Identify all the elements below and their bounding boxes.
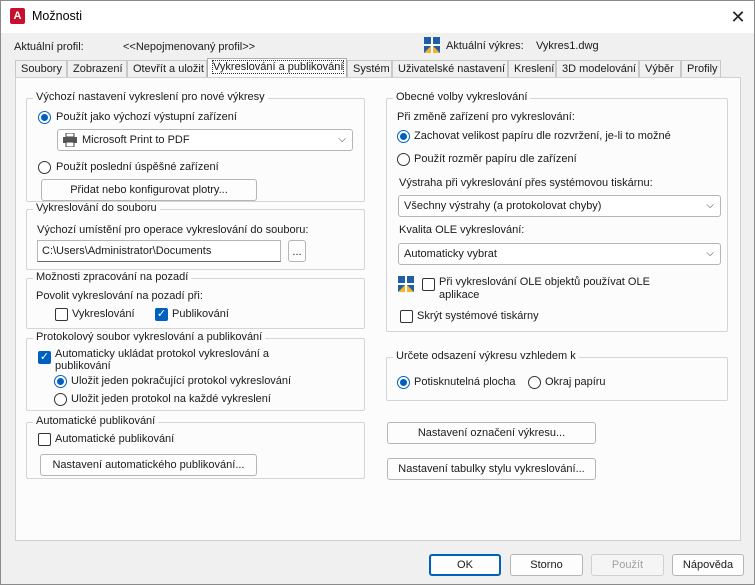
printable-area-radio[interactable] — [397, 376, 410, 389]
auto-save-log-checkbox[interactable]: ✓ — [38, 351, 51, 364]
auto-save-log-label-2: publikování — [55, 360, 111, 372]
ole-quality-label: Kvalita OLE vykreslování: — [399, 224, 525, 236]
auto-publish-checkbox[interactable] — [38, 433, 51, 446]
chevron-down-icon: ⌵ — [706, 200, 714, 211]
spooler-alert-select[interactable]: Všechny výstrahy (a protokolovat chyby) … — [398, 195, 721, 217]
use-ole-app-label-1: Při vykreslování OLE objektů používat OL… — [439, 276, 650, 288]
use-default-device-radio[interactable] — [38, 111, 51, 124]
auto-save-log-label-1: Automaticky ukládat protokol vykreslován… — [55, 348, 269, 360]
hide-system-printers-label: Skrýt systémové tiskárny — [417, 310, 539, 322]
spooler-alert-label: Výstraha při vykreslování přes systémovo… — [399, 177, 653, 189]
plot-location-input[interactable]: C:\Users\Administrator\Documents — [37, 240, 281, 262]
drawing-icon — [424, 37, 440, 53]
hide-system-printers-checkbox[interactable] — [400, 310, 413, 323]
continuous-log-radio[interactable] — [54, 375, 67, 388]
ole-drawing-icon — [398, 276, 414, 292]
background-publishing-label: Publikování — [172, 308, 229, 320]
background-processing-group: Možnosti zpracování na pozadí Povolit vy… — [26, 271, 365, 329]
apply-button[interactable]: Použít — [591, 554, 664, 576]
background-publishing-checkbox[interactable]: ✓ — [155, 308, 168, 321]
auto-publish-settings-button[interactable]: Nastavení automatického publikování... — [40, 454, 257, 476]
group-title: Automatické publikování — [33, 415, 159, 427]
group-title: Možnosti zpracování na pozadí — [33, 271, 192, 283]
use-device-paper-size-label: Použít rozměr papíru dle zařízení — [414, 153, 577, 165]
continuous-log-label: Uložit jeden pokračující protokol vykres… — [71, 375, 292, 387]
background-plotting-checkbox[interactable] — [55, 308, 68, 321]
output-device-value: Microsoft Print to PDF — [82, 134, 190, 146]
tab-system[interactable]: Systém — [347, 60, 392, 78]
use-device-paper-size-radio[interactable] — [397, 153, 410, 166]
group-title: Vykreslování do souboru — [33, 202, 160, 214]
plot-stamp-settings-button[interactable]: Nastavení označení výkresu... — [387, 422, 596, 444]
paper-edge-radio[interactable] — [528, 376, 541, 389]
auto-publish-label: Automatické publikování — [55, 433, 175, 445]
profile-value: <<Nepojmenovaný profil>> — [123, 41, 256, 53]
plot-style-table-settings-button[interactable]: Nastavení tabulky stylu vykreslování... — [387, 458, 596, 480]
default-output-group: Výchozí nastavení vykreslení pro nové vý… — [26, 91, 365, 202]
tab-open-save[interactable]: Otevřít a uložit — [127, 60, 207, 78]
add-plotters-button[interactable]: Přidat nebo konfigurovat plotry... — [41, 179, 257, 201]
tab-display[interactable]: Zobrazení — [67, 60, 127, 78]
use-default-device-label: Použít jako výchozí výstupní zařízení — [56, 111, 237, 123]
tab-user-preferences[interactable]: Uživatelské nastavení — [392, 60, 508, 78]
chevron-down-icon: ⌵ — [338, 134, 346, 145]
profile-label: Aktuální profil: — [14, 41, 84, 53]
use-last-device-label: Použít poslední úspěšné zařízení — [56, 161, 219, 173]
printable-area-label: Potisknutelná plocha — [414, 376, 516, 388]
general-plot-options-group: Obecné volby vykreslování Při změně zaří… — [386, 91, 728, 332]
paper-edge-label: Okraj papíru — [545, 376, 606, 388]
group-title: Výchozí nastavení vykreslení pro nové vý… — [33, 91, 268, 103]
title-bar: A Možnosti ✕ — [1, 1, 754, 33]
tab-profiles[interactable]: Profily — [681, 60, 721, 78]
window-title: Možnosti — [32, 9, 83, 23]
options-dialog: A Možnosti ✕ Aktuální profil: <<Nepojmen… — [0, 0, 755, 585]
tab-page: Výchozí nastavení vykreslení pro nové vý… — [15, 77, 741, 541]
group-title: Určete odsazení výkresu vzhledem k — [393, 350, 579, 362]
enable-background-label: Povolit vykreslování na pozadí při: — [36, 290, 203, 302]
device-change-label: Při změně zařízení pro vykreslování: — [397, 111, 575, 123]
close-icon[interactable]: ✕ — [723, 3, 753, 31]
group-title: Protokolový soubor vykreslování a publik… — [33, 331, 266, 343]
cancel-button[interactable]: Storno — [510, 554, 583, 576]
use-ole-app-checkbox[interactable] — [422, 278, 435, 291]
printer-icon — [62, 132, 78, 148]
plot-location-label: Výchozí umístění pro operace vykreslován… — [37, 224, 309, 236]
ole-quality-value: Automaticky vybrat — [404, 248, 497, 260]
tab-drafting[interactable]: Kreslení — [508, 60, 556, 78]
browse-button[interactable]: ... — [288, 240, 306, 262]
tab-files[interactable]: Soubory — [15, 60, 67, 78]
ok-button[interactable]: OK — [429, 554, 501, 576]
group-title: Obecné volby vykreslování — [393, 91, 531, 103]
tab-selection[interactable]: Výběr — [639, 60, 681, 78]
chevron-down-icon: ⌵ — [706, 248, 714, 259]
per-plot-log-radio[interactable] — [54, 393, 67, 406]
keep-layout-paper-size-radio[interactable] — [397, 130, 410, 143]
drawing-label: Aktuální výkres: — [446, 40, 524, 52]
auto-publish-group: Automatické publikování Automatické publ… — [26, 415, 365, 479]
use-ole-app-label-2: aplikace — [439, 289, 480, 301]
tab-3d-modeling[interactable]: 3D modelování — [556, 60, 639, 78]
tab-plot-publish[interactable]: Vykreslování a publikování — [207, 58, 347, 79]
output-device-select[interactable]: Microsoft Print to PDF ⌵ — [57, 129, 353, 151]
plot-offset-group: Určete odsazení výkresu vzhledem k Potis… — [386, 350, 728, 401]
drawing-value: Vykres1.dwg — [536, 40, 599, 52]
log-file-group: Protokolový soubor vykreslování a publik… — [26, 331, 365, 411]
keep-layout-paper-size-label: Zachovat velikost papíru dle rozvržení, … — [414, 130, 671, 142]
background-plotting-label: Vykreslování — [72, 308, 135, 320]
per-plot-log-label: Uložit jeden protokol na každé vykreslen… — [71, 393, 271, 405]
autocad-app-icon: A — [10, 8, 25, 24]
spooler-alert-value: Všechny výstrahy (a protokolovat chyby) — [404, 200, 602, 212]
use-last-device-radio[interactable] — [38, 161, 51, 174]
ole-quality-select[interactable]: Automaticky vybrat ⌵ — [398, 243, 721, 265]
plot-to-file-group: Vykreslování do souboru Výchozí umístění… — [26, 202, 365, 270]
help-button[interactable]: Nápověda — [672, 554, 744, 576]
